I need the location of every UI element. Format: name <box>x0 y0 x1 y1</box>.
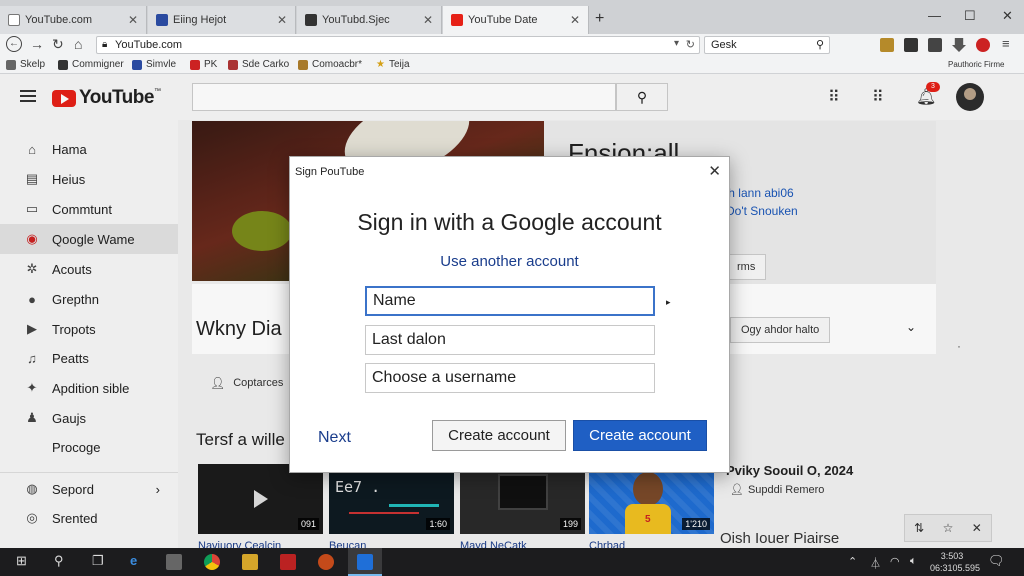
next-link[interactable]: Next <box>318 429 351 447</box>
bookmark-label: Skelp <box>20 59 46 70</box>
create-account-button-secondary[interactable]: Create account <box>432 420 566 451</box>
sign-in-dialog: Sign PouTube ✕ Sign in with a Google acc… <box>289 156 730 473</box>
bookmark-item[interactable]: Simvle <box>132 59 176 70</box>
lock-icon: 🔒︎ <box>102 39 108 50</box>
task-view-icon[interactable]: ❐ <box>92 553 104 569</box>
file-explorer-icon[interactable] <box>166 554 182 570</box>
clock-date: 06:3105.595 <box>930 563 981 573</box>
screenshot-icon[interactable] <box>928 38 942 52</box>
tab-youtubd-sjec[interactable]: YouTubd.Sjec ✕ <box>297 6 442 34</box>
bookmark-label: Simvle <box>146 59 177 70</box>
apps-icon <box>6 59 16 70</box>
bookmark-item[interactable]: ★ Teija <box>376 59 410 70</box>
store-icon[interactable] <box>242 554 258 570</box>
notifications-icon[interactable]: 🗨︎ <box>988 553 1005 569</box>
pocket-icon[interactable] <box>904 38 918 52</box>
bookmark-item[interactable]: Commigner <box>58 59 124 70</box>
dialog-header: Sign PouTube ✕ <box>290 157 729 187</box>
windows-start-icon[interactable]: ⊞ <box>16 553 27 569</box>
back-icon[interactable]: ← <box>6 36 22 52</box>
bookmark-site-icon <box>190 59 200 70</box>
close-icon[interactable]: ✕ <box>128 13 138 27</box>
clock-time: 3:503 <box>940 551 964 561</box>
close-icon[interactable]: ✕ <box>423 13 433 27</box>
bookmark-site-icon <box>156 14 168 26</box>
windows-taskbar: ⊞ ⚲ ❐ e ⌃ ⏃ ◠ 🔈︎ 3:503 06:3105.595 🗨︎ <box>0 548 1024 576</box>
app-icon[interactable] <box>280 554 296 570</box>
bookmark-site-icon <box>58 59 68 70</box>
close-window-icon[interactable]: ✕ <box>1002 8 1013 24</box>
bookmark-label: Comoacbr* <box>312 59 363 70</box>
bookmark-site-icon <box>132 59 142 70</box>
minimize-icon[interactable]: — <box>928 8 941 23</box>
browser-tabstrip: YouTube.com ✕ Eiing Hejot ✕ YouTubd.Sjec… <box>0 0 1024 34</box>
adblock-icon[interactable] <box>976 38 990 52</box>
youtube-icon <box>451 14 463 26</box>
tab-youtube-com[interactable]: YouTube.com ✕ <box>0 6 147 34</box>
extension-icon[interactable] <box>880 38 894 52</box>
bookmarks-bar: Skelp Commigner Simvle PK Sde Carko Como… <box>0 56 1024 74</box>
active-app-icon[interactable] <box>357 554 373 570</box>
wifi-icon[interactable]: ◠ <box>890 555 900 568</box>
bookmark-item[interactable]: PK <box>190 59 217 70</box>
use-another-account-link[interactable]: Use another account <box>290 253 729 270</box>
page-icon <box>8 14 20 26</box>
username-field[interactable] <box>365 363 655 393</box>
new-tab-icon[interactable]: + <box>595 10 604 28</box>
site-icon <box>305 14 317 26</box>
browser-toolbar: ← → ↻ ⌂ 🔒︎ YouTube.com ▾ ↻ Gesk ⚲ ≡ <box>0 34 1024 56</box>
star-icon: ★ <box>376 59 385 70</box>
refresh-icon[interactable]: ↻ <box>686 38 695 51</box>
chevron-up-icon[interactable]: ⌃ <box>848 555 857 568</box>
bookmark-site-icon <box>228 59 238 70</box>
home-icon[interactable]: ⌂ <box>74 36 82 52</box>
tab-label: YouTube Date <box>468 14 538 26</box>
close-icon[interactable]: ✕ <box>708 162 721 180</box>
bookmark-label: Sde Carko <box>242 59 290 70</box>
profile-label[interactable]: Pauthoric Firme <box>948 60 1004 69</box>
browser-search-bar[interactable]: Gesk ⚲ <box>704 36 830 54</box>
maximize-icon[interactable]: ☐ <box>964 8 976 24</box>
volume-icon[interactable]: 🔈︎ <box>910 555 917 568</box>
cursor-icon: ▸ <box>666 297 671 307</box>
name-field[interactable] <box>365 286 655 316</box>
bookmark-item[interactable]: Comoacbr* <box>298 59 362 70</box>
address-text: YouTube.com <box>115 39 183 51</box>
last-name-field[interactable] <box>365 325 655 355</box>
dialog-title: Sign PouTube <box>295 166 365 178</box>
tab-label: Eiing Hejot <box>173 14 227 26</box>
bookmark-item[interactable]: Sde Carko <box>228 59 289 70</box>
dialog-heading: Sign in with a Google account <box>357 209 662 235</box>
edge-icon[interactable]: e <box>130 553 137 568</box>
search-icon[interactable]: ⚲ <box>816 38 824 51</box>
tab-label: YouTube.com <box>25 14 93 26</box>
search-value: Gesk <box>711 39 737 51</box>
address-bar[interactable]: 🔒︎ YouTube.com ▾ ↻ <box>96 36 700 54</box>
bookmark-label: Teija <box>388 59 410 70</box>
menu-icon[interactable]: ≡ <box>1002 36 1010 51</box>
bookmark-site-icon <box>298 59 308 70</box>
reload-icon[interactable]: ↻ <box>52 36 64 53</box>
bookmark-label: Commigner <box>72 59 124 70</box>
network-icon[interactable]: ⏃ <box>870 555 881 571</box>
close-icon[interactable]: ✕ <box>277 13 287 27</box>
tab-eiing-hejot[interactable]: Eiing Hejot ✕ <box>148 6 296 34</box>
download-icon[interactable] <box>952 38 966 52</box>
search-icon[interactable]: ⚲ <box>54 553 64 569</box>
tab-youtube-date[interactable]: YouTube Date ✕ <box>443 6 589 34</box>
create-account-button-primary[interactable]: Create account <box>573 420 707 451</box>
bookmark-label: PK <box>204 59 218 70</box>
tab-label: YouTubd.Sjec <box>322 14 390 26</box>
firefox-icon[interactable] <box>318 554 334 570</box>
chrome-icon[interactable] <box>204 554 220 570</box>
bookmark-item[interactable]: Skelp <box>6 59 45 70</box>
taskbar-clock[interactable]: 3:503 06:3105.595 <box>930 550 981 574</box>
close-icon[interactable]: ✕ <box>570 13 580 27</box>
forward-icon[interactable]: → <box>30 36 44 52</box>
chevron-down-icon[interactable]: ▾ <box>674 38 679 49</box>
